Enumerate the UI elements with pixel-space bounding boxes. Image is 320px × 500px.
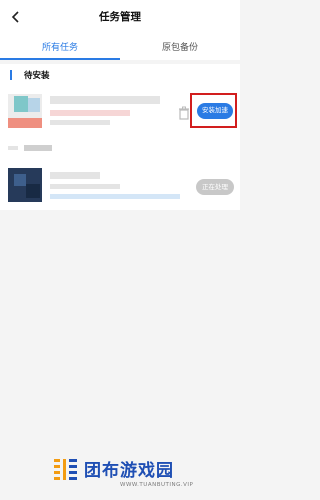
trash-icon[interactable] <box>178 106 190 120</box>
app-size-blurred <box>50 120 110 125</box>
watermark-url: WWW.TUANBUTING.VIP <box>120 482 194 488</box>
section-header: 待安装 <box>0 64 240 86</box>
tab-original-backup[interactable]: 原包备份 <box>120 40 240 53</box>
install-accelerate-button[interactable]: 安装加速 <box>197 103 233 119</box>
watermark: 团布游戏园 WWW.TUANBUTING.VIP <box>52 452 222 496</box>
section-accent-bar <box>10 70 12 80</box>
app-info-blurred <box>50 184 120 189</box>
divider-blurred <box>8 146 18 150</box>
page-title: 任务管理 <box>99 11 141 23</box>
header-bar: 任务管理 <box>0 0 240 34</box>
app-name-blurred <box>50 96 160 104</box>
tab-all-tasks[interactable]: 所有任务 <box>0 40 120 53</box>
watermark-logo-icon <box>54 459 77 480</box>
progress-blurred <box>50 194 180 199</box>
app-name-blurred <box>50 172 100 179</box>
processing-status-button[interactable]: 正在处理 <box>196 179 234 195</box>
active-tab-indicator <box>0 58 120 60</box>
app-thumbnail <box>8 94 42 128</box>
task-list: 安装加速 正在处理 <box>0 86 240 210</box>
watermark-name: 团布游戏园 <box>84 461 174 481</box>
divider-blurred <box>24 145 52 151</box>
app-thumbnail <box>8 168 42 202</box>
tab-bar: 所有任务 原包备份 <box>0 34 240 60</box>
app-info-blurred <box>50 110 130 116</box>
section-title: 待安装 <box>24 71 50 81</box>
